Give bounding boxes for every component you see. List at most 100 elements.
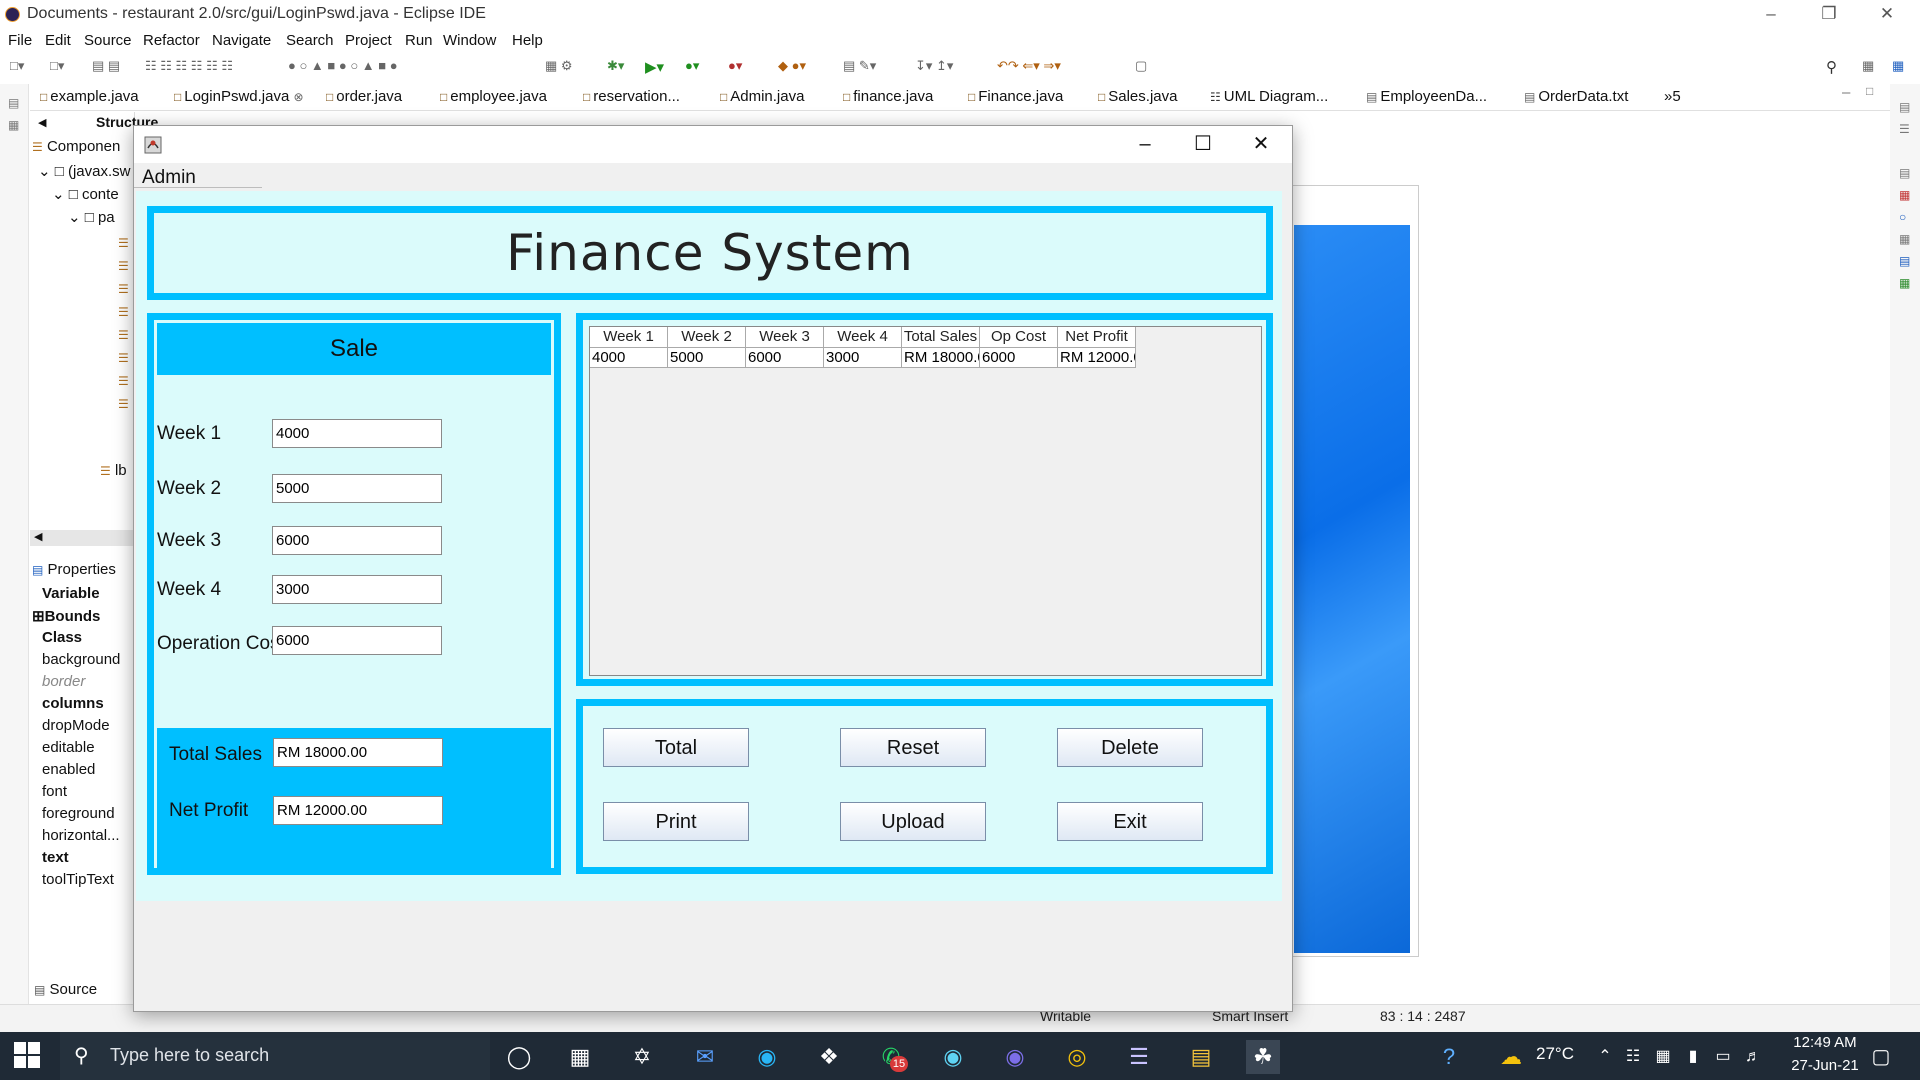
- battery-icon[interactable]: ▭: [1706, 1040, 1740, 1074]
- menu-help[interactable]: Help: [512, 32, 543, 49]
- tree-node-lb[interactable]: ☰ lb: [100, 462, 127, 479]
- new-java-icons[interactable]: ◆ ●▾: [778, 58, 806, 74]
- windows-start-icon[interactable]: [14, 1042, 42, 1070]
- app-maximize-icon[interactable]: ☐: [1174, 126, 1232, 163]
- week3-input[interactable]: [272, 526, 442, 555]
- open-icon[interactable]: □▾: [50, 58, 64, 74]
- tab-order[interactable]: □ order.java: [326, 88, 402, 105]
- table-header-total-sales[interactable]: Total Sales: [902, 327, 980, 348]
- admin-menu[interactable]: Admin: [142, 167, 196, 189]
- help-icon[interactable]: ?: [1432, 1040, 1466, 1074]
- save-icon[interactable]: ▤ ▤: [92, 58, 120, 74]
- history-icons[interactable]: ↶↷ ⇐▾ ⇒▾: [997, 58, 1061, 74]
- cortana-icon[interactable]: ◯: [502, 1040, 536, 1074]
- editor-minimize-icon[interactable]: –: [1842, 84, 1850, 101]
- prop-columns[interactable]: columns: [42, 695, 104, 712]
- dropbox-icon[interactable]: ❖: [812, 1040, 846, 1074]
- table-header-op-cost[interactable]: Op Cost: [980, 327, 1058, 348]
- menu-navigate[interactable]: Navigate: [212, 32, 271, 49]
- mail-icon[interactable]: ✉: [688, 1040, 722, 1074]
- palette-icon[interactable]: ▦: [8, 118, 19, 132]
- menu-project[interactable]: Project: [345, 32, 392, 49]
- chrome-icon[interactable]: ◎: [1060, 1040, 1094, 1074]
- reset-button[interactable]: Reset: [840, 728, 986, 767]
- week1-input[interactable]: [272, 419, 442, 448]
- tab-uml[interactable]: ☷ UML Diagram...: [1210, 88, 1328, 105]
- upload-button[interactable]: Upload: [840, 802, 986, 841]
- microphone-icon[interactable]: ▮: [1676, 1040, 1710, 1074]
- prop-class[interactable]: Class: [42, 629, 82, 646]
- prop-enabled[interactable]: enabled: [42, 761, 95, 778]
- table-header-week2[interactable]: Week 2: [668, 327, 746, 348]
- prop-foreground[interactable]: foreground: [42, 805, 115, 822]
- meet-icon[interactable]: ▦: [1646, 1040, 1680, 1074]
- tab-admin[interactable]: □ Admin.java: [720, 88, 804, 105]
- pin-icon[interactable]: ▢: [1135, 58, 1147, 74]
- operation-cost-input[interactable]: [272, 626, 442, 655]
- menu-search[interactable]: Search: [286, 32, 334, 49]
- menu-file[interactable]: File: [8, 32, 32, 49]
- horizontal-scrollbar[interactable]: [30, 530, 134, 546]
- print-button[interactable]: Print: [603, 802, 749, 841]
- tree-node-javax[interactable]: ⌄ □ (javax.sw: [38, 162, 130, 180]
- tab-finance[interactable]: □ Finance.java: [968, 88, 1063, 105]
- discord-icon[interactable]: ◉: [998, 1040, 1032, 1074]
- source-tab[interactable]: ▤ Source: [34, 981, 97, 998]
- right-trim-icons[interactable]: ▤ ☰ ▤ ▦ ○ ▦ ▤ ▦: [1899, 96, 1910, 294]
- prop-horizontal[interactable]: horizontal...: [42, 827, 120, 844]
- editor-maximize-icon[interactable]: □: [1866, 84, 1873, 98]
- prop-bounds[interactable]: ⊞Bounds: [32, 607, 100, 625]
- shape-icons[interactable]: ● ○ ▲ ■ ● ○ ▲ ■ ●: [288, 58, 398, 73]
- week4-input[interactable]: [272, 575, 442, 604]
- open-type-icons[interactable]: ▤ ✎▾: [843, 58, 876, 74]
- debug-icon[interactable]: ✱▾: [607, 58, 624, 74]
- visual-studio-icon[interactable]: ✡: [625, 1040, 659, 1074]
- scroll-left-icon[interactable]: ◀: [34, 530, 42, 543]
- table-header-week3[interactable]: Week 3: [746, 327, 824, 348]
- close-icon[interactable]: ✕: [1864, 0, 1910, 30]
- table-cell[interactable]: 6000: [980, 348, 1058, 368]
- app-minimize-icon[interactable]: –: [1116, 126, 1174, 163]
- prop-variable[interactable]: Variable: [42, 585, 100, 602]
- prop-tooltiptext[interactable]: toolTipText: [42, 871, 114, 888]
- menu-refactor[interactable]: Refactor: [143, 32, 200, 49]
- clock-date[interactable]: 27-Jun-21: [1780, 1057, 1870, 1074]
- table-cell[interactable]: RM 12000.00: [1058, 348, 1136, 368]
- java-app-taskbar-icon[interactable]: ☘: [1246, 1040, 1280, 1074]
- prop-font[interactable]: font: [42, 783, 67, 800]
- table-header-week1[interactable]: Week 1: [590, 327, 668, 348]
- prop-background[interactable]: background: [42, 651, 120, 668]
- table-cell[interactable]: RM 18000.00: [902, 348, 980, 368]
- table-cell[interactable]: 6000: [746, 348, 824, 368]
- task-view-icon[interactable]: ▦: [563, 1040, 597, 1074]
- delete-button[interactable]: Delete: [1057, 728, 1203, 767]
- build-icons[interactable]: ☷ ☷ ☷ ☷ ☷ ☷: [145, 58, 233, 74]
- restore-icon[interactable]: ▤: [8, 96, 19, 110]
- new-icon[interactable]: □▾: [10, 58, 24, 74]
- tab-reservation[interactable]: □ reservation...: [583, 88, 680, 105]
- coverage-icon[interactable]: ●▾: [685, 58, 699, 74]
- tab-example[interactable]: □ example.java: [40, 88, 139, 105]
- notifications-icon[interactable]: ▢: [1864, 1040, 1898, 1074]
- perspective-icon[interactable]: ▦: [1862, 58, 1874, 74]
- java-perspective-icon[interactable]: ▦: [1892, 58, 1904, 74]
- table-cell[interactable]: 4000: [590, 348, 668, 368]
- prop-text[interactable]: text: [42, 849, 69, 866]
- tab-sales[interactable]: □ Sales.java: [1098, 88, 1177, 105]
- week2-input[interactable]: [272, 474, 442, 503]
- table-cell[interactable]: 5000: [668, 348, 746, 368]
- prop-editable[interactable]: editable: [42, 739, 95, 756]
- toggle-icons[interactable]: ▦ ⚙: [545, 58, 573, 74]
- prop-border[interactable]: border: [42, 673, 85, 690]
- tab-overflow[interactable]: »5: [1664, 88, 1681, 105]
- tab-close-icon[interactable]: ⊗: [294, 90, 304, 104]
- net-profit-output[interactable]: [273, 796, 443, 825]
- file-explorer-icon[interactable]: ▤: [1184, 1040, 1218, 1074]
- tab-orderdata[interactable]: ▤ OrderData.txt: [1524, 88, 1628, 105]
- prop-dropmode[interactable]: dropMode: [42, 717, 110, 734]
- minimize-icon[interactable]: –: [1748, 0, 1794, 30]
- messenger-icon[interactable]: ◉: [936, 1040, 970, 1074]
- menu-source[interactable]: Source: [84, 32, 132, 49]
- volume-icon[interactable]: ♬: [1736, 1040, 1770, 1074]
- app-close-icon[interactable]: ✕: [1232, 126, 1290, 163]
